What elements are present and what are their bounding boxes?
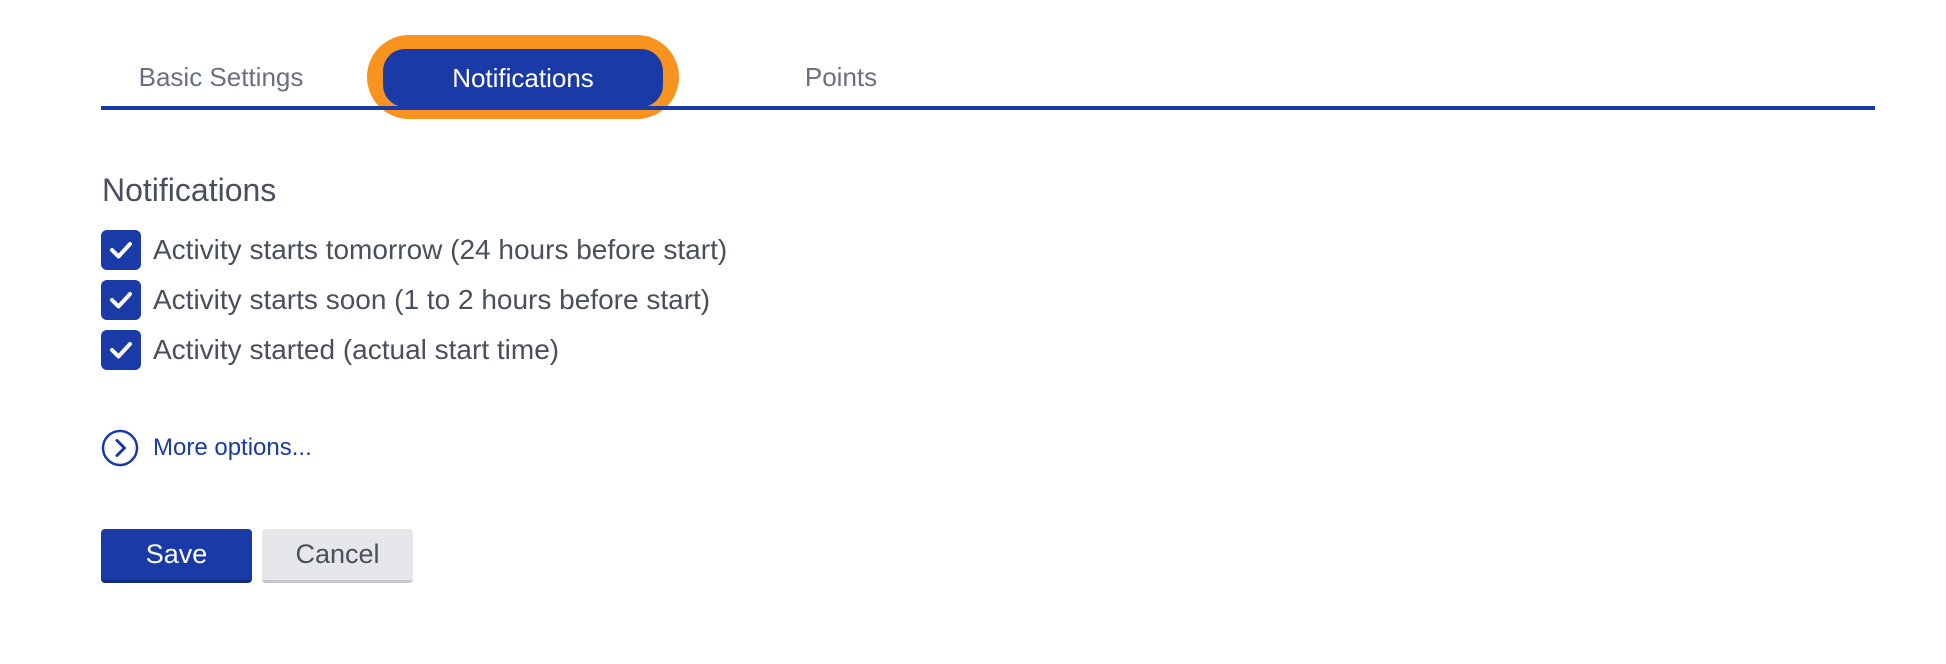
checkmark-icon: [110, 292, 132, 309]
more-options-link[interactable]: More options...: [101, 429, 312, 467]
checkmark-icon: [110, 342, 132, 359]
notification-options: Activity starts tomorrow (24 hours befor…: [101, 225, 727, 375]
option-label: Activity started (actual start time): [153, 334, 560, 365]
chevron-right-circle-icon: [101, 429, 139, 467]
save-button[interactable]: Save: [101, 529, 252, 583]
tab-points[interactable]: Points: [766, 48, 916, 106]
tab-notifications[interactable]: Notifications: [383, 49, 663, 107]
more-options-label: More options...: [153, 434, 312, 461]
option-label: Activity starts tomorrow (24 hours befor…: [153, 234, 728, 265]
cancel-button[interactable]: Cancel: [262, 529, 413, 583]
tab-basic-settings[interactable]: Basic Settings: [101, 48, 341, 106]
checkbox[interactable]: [101, 280, 141, 320]
checkbox[interactable]: [101, 330, 141, 370]
checkmark-icon: [110, 242, 132, 259]
option-label: Activity starts soon (1 to 2 hours befor…: [153, 284, 711, 315]
notification-option-started[interactable]: Activity started (actual start time): [101, 325, 727, 375]
tab-bar: Basic Settings Notifications Points: [101, 35, 1875, 119]
notification-option-tomorrow[interactable]: Activity starts tomorrow (24 hours befor…: [101, 225, 727, 275]
tab-underline: [101, 106, 1875, 110]
checkbox[interactable]: [101, 230, 141, 270]
notification-option-soon[interactable]: Activity starts soon (1 to 2 hours befor…: [101, 275, 727, 325]
section-title: Notifications: [102, 172, 277, 208]
